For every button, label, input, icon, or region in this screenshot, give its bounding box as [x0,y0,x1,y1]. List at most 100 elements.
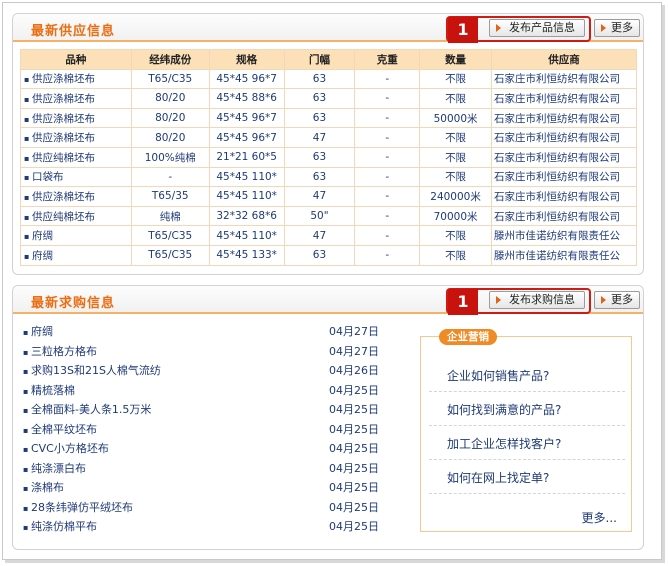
quantity-cell: 不限 [419,127,493,148]
demand-title-link[interactable]: CVC小方格坯布 [23,439,109,460]
list-item: 求购13S和21S人棉气流纺 04月26日 [23,361,379,381]
quantity-cell: 70000米 [419,205,493,227]
list-item: 纯涤漂白布 04月25日 [23,459,379,479]
list-item: 精梳落棉 04月25日 [23,381,379,401]
product-name-link[interactable]: 供应涤棉坯布 [20,107,132,129]
demand-title-link[interactable]: 三粒格方格布 [23,342,97,363]
weight-cell: - [354,146,421,168]
supplier-link[interactable]: 石家庄市利恒纺织有限公司 [491,127,637,148]
arrow-right-icon [496,296,501,304]
product-name-link[interactable]: 府绸 [20,225,132,246]
product-name-link[interactable]: 府绸 [20,244,132,266]
demand-title-link[interactable]: 28条纬弹仿平绒坯布 [23,498,133,519]
product-name-link[interactable]: 口袋布 [20,166,132,188]
marketing-more-link[interactable]: 更多... [582,509,617,526]
arrow-right-icon [601,24,606,32]
demand-title-link[interactable]: 全棉面料-美人条1.5万米 [23,400,151,421]
publish-demand-button[interactable]: 发布求购信息 [489,291,585,309]
weight-cell: - [354,205,421,227]
demand-title-link[interactable]: 纯涤仿棉平布 [23,517,97,538]
width-cell: 47 [283,127,356,148]
marketing-question-link[interactable]: 加工企业怎样找客户? [447,435,561,452]
spec-cell: 45*45 110* [208,166,285,188]
width-cell: 63 [283,107,356,129]
demand-date: 04月25日 [329,383,379,397]
supply-panel-header: 最新供应信息 1 发布产品信息 更多 [13,14,643,43]
width-cell: 63 [283,244,356,266]
width-cell: 63 [283,88,356,109]
marketing-tag: 企业营销 [439,329,497,345]
product-name-link[interactable]: 供应涤棉坯布 [20,68,132,90]
arrow-right-icon [496,24,501,32]
width-cell: 63 [283,166,356,188]
supply-table-header: 品种 经纬成份 规格 门幅 克重 数量 供应商 [20,49,637,70]
weight-cell: - [354,166,421,188]
demand-title-link[interactable]: 精梳落棉 [23,381,75,402]
table-row: 供应涤棉坯布 80/20 45*45 88*6 63 - 不限 石家庄市利恒纺织… [20,88,637,109]
list-item: 涤棉布 04月25日 [23,478,379,498]
demand-date: 04月27日 [329,344,379,358]
demand-date: 04月25日 [329,520,379,533]
composition-cell: - [130,166,210,188]
demand-more-button[interactable]: 更多 [594,291,640,309]
demand-date: 04月25日 [329,481,379,494]
demand-title-link[interactable]: 求购13S和21S人棉气流纺 [23,361,161,382]
product-name-link[interactable]: 供应纯棉坯布 [20,146,132,168]
composition-cell: 80/20 [130,127,210,148]
marketing-question-link[interactable]: 如何找到满意的产品? [447,401,561,418]
publish-demand-label: 发布求购信息 [509,294,575,306]
supply-more-button[interactable]: 更多 [594,19,640,37]
demand-title-link[interactable]: 纯涤漂白布 [23,459,86,480]
supplier-link[interactable]: 石家庄市利恒纺织有限公司 [491,88,637,109]
composition-cell: T65/C35 [130,68,210,90]
demand-panel-title: 最新求购信息 [31,296,116,311]
weight-cell: - [354,186,421,207]
spec-cell: 45*45 96*7 [208,68,285,90]
product-name-link[interactable]: 供应涤棉坯布 [20,88,132,109]
list-item: 三粒格方格布 04月27日 [23,342,379,362]
supplier-link[interactable]: 石家庄市利恒纺织有限公司 [491,107,637,129]
table-row: 府绸 T65/C35 45*45 133* 63 - 不限 滕州市佳诺纺织有限责… [20,244,637,266]
column-header: 规格 [208,49,285,70]
list-item: 全棉面料-美人条1.5万米 04月25日 [23,400,379,420]
table-row: 供应纯棉坯布 纯棉 32*32 68*6 50" - 70000米 石家庄市利恒… [20,205,637,227]
demand-title-link[interactable]: 全棉平纹坯布 [23,420,97,441]
quantity-cell: 不限 [419,146,493,168]
demand-date: 04月26日 [329,364,379,377]
supply-callout-number: 1 [448,17,478,43]
spec-cell: 45*45 96*7 [208,127,285,148]
column-header: 经纬成份 [130,49,210,70]
supplier-link[interactable]: 石家庄市利恒纺织有限公司 [491,186,637,207]
publish-product-label: 发布产品信息 [509,22,575,34]
supplier-link[interactable]: 滕州市佳诺纺织有限责任公 [491,225,637,246]
marketing-question-link[interactable]: 企业如何销售产品? [447,367,549,384]
demand-date: 04月25日 [329,442,379,455]
table-row: 供应涤棉坯布 T65/C35 45*45 96*7 63 - 不限 石家庄市利恒… [20,68,637,90]
marketing-question-link[interactable]: 如何在网上找定单? [447,469,549,486]
table-row: 供应涤棉坯布 80/20 45*45 96*7 63 - 50000米 石家庄市… [20,107,637,129]
demand-panel: 最新求购信息 1 发布求购信息 更多 府绸 04月27日 三粒格方格布 04月27日… [12,285,644,550]
supply-panel: 最新供应信息 1 发布产品信息 更多 品种 经纬成份 规格 门幅 克重 数量 供… [12,13,644,275]
supplier-link[interactable]: 石家庄市利恒纺织有限公司 [491,166,637,188]
publish-product-button[interactable]: 发布产品信息 [489,19,585,37]
spec-cell: 45*45 133* [208,244,285,266]
quantity-cell: 不限 [419,68,493,90]
demand-title-link[interactable]: 涤棉布 [23,478,64,499]
product-name-link[interactable]: 供应涤棉坯布 [20,127,132,148]
demand-title-link[interactable]: 府绸 [23,322,53,343]
supply-more-label: 更多 [611,22,633,34]
supplier-link[interactable]: 石家庄市利恒纺织有限公司 [491,146,637,168]
table-row: 供应涤棉坯布 T65/35 45*45 110* 47 - 240000米 石家… [20,186,637,207]
list-item: CVC小方格坯布 04月25日 [23,439,379,459]
product-name-link[interactable]: 供应涤棉坯布 [20,186,132,207]
supplier-link[interactable]: 滕州市佳诺纺织有限责任公 [491,244,637,266]
supplier-link[interactable]: 石家庄市利恒纺织有限公司 [491,205,637,227]
demand-date: 04月25日 [329,422,379,436]
product-name-link[interactable]: 供应纯棉坯布 [20,205,132,227]
weight-cell: - [354,225,421,246]
quantity-cell: 不限 [419,166,493,188]
composition-cell: 100%纯棉 [130,146,210,168]
width-cell: 47 [283,225,356,246]
table-row: 供应涤棉坯布 80/20 45*45 96*7 47 - 不限 石家庄市利恒纺织… [20,127,637,148]
supplier-link[interactable]: 石家庄市利恒纺织有限公司 [491,68,637,90]
